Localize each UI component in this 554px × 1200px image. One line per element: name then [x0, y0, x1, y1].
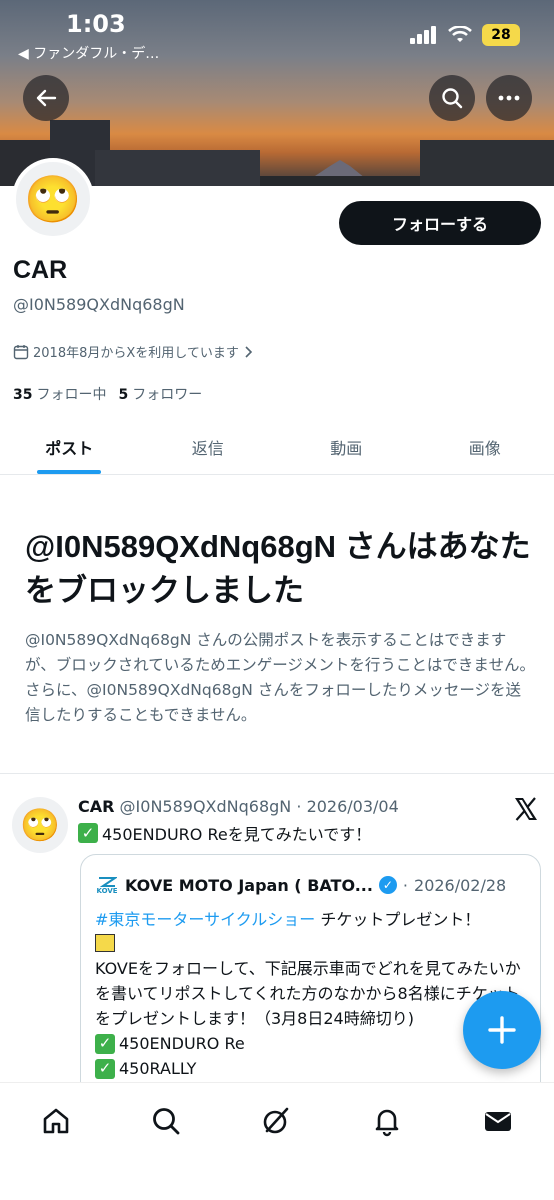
quote-date[interactable]: 2026/02/28 [414, 876, 506, 895]
tab-posts[interactable]: ポスト [0, 420, 139, 474]
check-mark-icon: ✓ [78, 823, 98, 843]
quote-header: KOVE KOVE MOTO Japan ( BATO... ✓ · 2026/… [95, 873, 506, 897]
follow-button[interactable]: フォローする [339, 201, 541, 245]
status-icons: 28 [410, 24, 520, 46]
grok-icon [263, 1107, 289, 1134]
home-icon [43, 1108, 69, 1134]
bottom-navigation [0, 1082, 554, 1200]
kove-logo-icon [99, 876, 117, 887]
ticket-emoji-icon [95, 934, 115, 952]
post-author-handle[interactable]: @I0N589QXdNq68gN [120, 797, 292, 816]
status-time: 1:03 [66, 10, 126, 38]
quote-item-2-text: 450RALLY [119, 1059, 197, 1078]
blocked-title: @I0N589QXdNq68gN さんはあなたをブロックしました [25, 529, 531, 608]
quote-body: #東京モーターサイクルショー チケットプレゼント！ KOVEをフォローして、下記… [95, 907, 535, 1081]
mail-icon [485, 1112, 511, 1131]
profile-tabs: ポスト 返信 動画 画像 [0, 420, 554, 475]
profile-handle: @I0N589QXdNq68gN [13, 295, 185, 314]
search-button[interactable] [429, 75, 475, 121]
plus-icon [488, 1016, 516, 1044]
following-stat[interactable]: 35 フォロー中 [13, 384, 106, 404]
followers-label: フォロワー [132, 387, 203, 403]
nav-home[interactable] [36, 1101, 76, 1141]
tab-images[interactable]: 画像 [416, 420, 554, 474]
nav-notifications[interactable] [367, 1101, 407, 1141]
nav-search[interactable] [146, 1101, 186, 1141]
avatar-emoji: 🙄 [24, 172, 82, 226]
quote-item-1-text: 450ENDURO Re [119, 1034, 245, 1053]
blocked-description: @I0N589QXdNq68gN さんの公開ポストを表示することはできますが、ブ… [25, 631, 535, 724]
check-mark-icon: ✓ [95, 1033, 115, 1054]
more-icon [498, 95, 520, 101]
compose-button[interactable] [463, 991, 541, 1069]
quote-item-2: ✓ 450RALLY [95, 1056, 535, 1081]
wifi-icon [448, 26, 472, 42]
nav-messages[interactable] [478, 1101, 518, 1141]
search-icon [153, 1108, 180, 1135]
following-label: フォロー中 [36, 387, 107, 403]
quote-separator: · [402, 875, 409, 895]
search-icon [442, 88, 463, 109]
x-logo-icon[interactable] [513, 796, 539, 822]
bell-icon [375, 1109, 399, 1137]
kove-logo: KOVE [95, 873, 119, 897]
divider [0, 773, 554, 774]
followers-stat[interactable]: 5 フォロワー [118, 384, 202, 404]
calendar-icon [13, 344, 29, 359]
post-avatar-emoji: 🙄 [20, 806, 60, 844]
back-button[interactable] [23, 75, 69, 121]
verified-badge-icon: ✓ [378, 876, 397, 894]
post-separator: · [296, 797, 302, 816]
quote-hashtag[interactable]: #東京モーターサイクルショー [95, 910, 315, 929]
check-mark-icon: ✓ [95, 1058, 115, 1079]
post-header: CAR @I0N589QXdNq68gN · 2026/03/04 [78, 797, 399, 816]
chevron-right-icon [245, 345, 253, 358]
battery-indicator: 28 [482, 24, 520, 46]
followers-count: 5 [118, 387, 129, 403]
signal-icon [410, 26, 436, 44]
back-to-app-link[interactable]: ◀ ファンダフル・デ… [18, 43, 159, 63]
quoted-post[interactable]: KOVE KOVE MOTO Japan ( BATO... ✓ · 2026/… [80, 854, 541, 1114]
post-avatar[interactable]: 🙄 [12, 797, 68, 853]
post-text-content: 450ENDURO Reを見てみたいです！ [102, 825, 372, 844]
quote-line1-rest: チケットプレゼント！ [315, 910, 481, 929]
profile-name: CAR [13, 256, 68, 284]
post-text: ✓ 450ENDURO Reを見てみたいです！ [78, 821, 371, 845]
quote-author-name[interactable]: KOVE MOTO Japan ( BATO... [125, 876, 373, 895]
arrow-left-icon [36, 89, 57, 107]
nav-grok[interactable] [256, 1101, 296, 1141]
kove-logo-text: KOVE [96, 886, 118, 895]
profile-avatar[interactable]: 🙄 [12, 158, 94, 240]
tab-replies[interactable]: 返信 [139, 420, 278, 474]
more-button[interactable] [486, 75, 532, 121]
post-date[interactable]: 2026/03/04 [307, 797, 399, 816]
tab-videos[interactable]: 動画 [277, 420, 416, 474]
follow-stats: 35 フォロー中 5 フォロワー [13, 384, 202, 404]
joined-date[interactable]: 2018年8月からXを利用しています [13, 342, 253, 361]
following-count: 35 [13, 387, 33, 403]
joined-text: 2018年8月からXを利用しています [33, 346, 239, 361]
post-author-name[interactable]: CAR [78, 797, 114, 816]
